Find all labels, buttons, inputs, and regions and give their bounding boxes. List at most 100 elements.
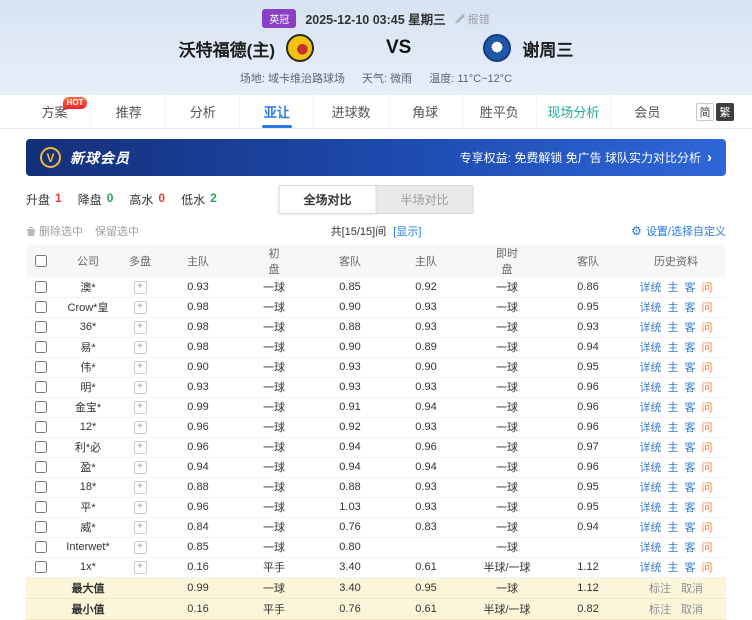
row-checkbox[interactable]	[35, 401, 47, 413]
keep-selected-button[interactable]: 保留选中	[95, 223, 139, 239]
history-link[interactable]: 主	[668, 402, 679, 414]
lang-traditional-button[interactable]: 繁	[716, 103, 734, 121]
tab-corners[interactable]: 角球	[388, 95, 462, 128]
history-link[interactable]: 主	[668, 482, 679, 494]
summary-action-link[interactable]: 取消	[681, 604, 703, 616]
expand-odds-button[interactable]: +	[134, 441, 147, 454]
history-link[interactable]: 详统	[640, 342, 662, 354]
row-checkbox[interactable]	[35, 541, 47, 553]
history-link[interactable]: 客	[685, 362, 696, 374]
row-checkbox[interactable]	[35, 481, 47, 493]
ask-link[interactable]: 问	[702, 442, 713, 454]
expand-odds-button[interactable]: +	[134, 301, 147, 314]
expand-odds-button[interactable]: +	[134, 561, 147, 574]
history-link[interactable]: 详统	[640, 442, 662, 454]
expand-odds-button[interactable]: +	[134, 381, 147, 394]
history-link[interactable]: 客	[685, 482, 696, 494]
history-link[interactable]: 详统	[640, 482, 662, 494]
ask-link[interactable]: 问	[702, 502, 713, 514]
ask-link[interactable]: 问	[702, 482, 713, 494]
ask-link[interactable]: 问	[702, 542, 713, 554]
tab-1x2[interactable]: 胜平负	[462, 95, 536, 128]
chip-water-high[interactable]: 高水 0	[129, 191, 165, 208]
row-checkbox[interactable]	[35, 521, 47, 533]
expand-odds-button[interactable]: +	[134, 421, 147, 434]
ask-link[interactable]: 问	[702, 302, 713, 314]
select-all-checkbox[interactable]	[35, 255, 47, 267]
expand-odds-button[interactable]: +	[134, 481, 147, 494]
delete-selected-button[interactable]: 删除选中	[26, 223, 83, 239]
row-checkbox[interactable]	[35, 561, 47, 573]
history-link[interactable]: 主	[668, 342, 679, 354]
expand-odds-button[interactable]: +	[134, 321, 147, 334]
summary-action-link[interactable]: 取消	[681, 583, 703, 595]
history-link[interactable]: 客	[685, 282, 696, 294]
tab-asian-handicap[interactable]: 亚让	[239, 95, 313, 128]
history-link[interactable]: 详统	[640, 282, 662, 294]
history-link[interactable]: 客	[685, 442, 696, 454]
expand-odds-button[interactable]: +	[134, 281, 147, 294]
history-link[interactable]: 客	[685, 422, 696, 434]
expand-odds-button[interactable]: +	[134, 541, 147, 554]
settings-button[interactable]: ⚙ 设置/选择自定义	[631, 223, 726, 239]
lang-simplified-button[interactable]: 简	[696, 103, 714, 121]
history-link[interactable]: 详统	[640, 542, 662, 554]
history-link[interactable]: 详统	[640, 562, 662, 574]
tab-goals[interactable]: 进球数	[313, 95, 387, 128]
history-link[interactable]: 详统	[640, 302, 662, 314]
history-link[interactable]: 客	[685, 342, 696, 354]
summary-action-link[interactable]: 标注	[649, 583, 671, 595]
history-link[interactable]: 客	[685, 302, 696, 314]
history-link[interactable]: 客	[685, 502, 696, 514]
ask-link[interactable]: 问	[702, 342, 713, 354]
tab-plan[interactable]: 方案 HOT	[18, 95, 91, 128]
ask-link[interactable]: 问	[702, 402, 713, 414]
row-checkbox[interactable]	[35, 341, 47, 353]
ask-link[interactable]: 问	[702, 382, 713, 394]
half-match-button[interactable]: 半场对比	[377, 185, 474, 214]
ask-link[interactable]: 问	[702, 282, 713, 294]
history-link[interactable]: 详统	[640, 382, 662, 394]
row-checkbox[interactable]	[35, 381, 47, 393]
history-link[interactable]: 主	[668, 522, 679, 534]
tab-member[interactable]: 会员	[610, 95, 684, 128]
chip-water-low[interactable]: 低水 2	[181, 191, 217, 208]
history-link[interactable]: 客	[685, 322, 696, 334]
chip-handicap-down[interactable]: 降盘 0	[78, 191, 114, 208]
tab-live-analysis[interactable]: 现场分析	[536, 95, 610, 128]
history-link[interactable]: 主	[668, 542, 679, 554]
row-checkbox[interactable]	[35, 501, 47, 513]
ask-link[interactable]: 问	[702, 462, 713, 474]
vip-banner[interactable]: V 新球会员 专享权益: 免费解锁 免广告 球队实力对比分析 ›	[26, 139, 726, 176]
history-link[interactable]: 主	[668, 462, 679, 474]
ask-link[interactable]: 问	[702, 362, 713, 374]
row-checkbox[interactable]	[35, 441, 47, 453]
expand-odds-button[interactable]: +	[134, 361, 147, 374]
report-error-link[interactable]: 报错	[455, 11, 490, 27]
expand-odds-button[interactable]: +	[134, 401, 147, 414]
ask-link[interactable]: 问	[702, 562, 713, 574]
row-checkbox[interactable]	[35, 301, 47, 313]
expand-odds-button[interactable]: +	[134, 341, 147, 354]
row-checkbox[interactable]	[35, 361, 47, 373]
row-checkbox[interactable]	[35, 321, 47, 333]
history-link[interactable]: 客	[685, 382, 696, 394]
history-link[interactable]: 主	[668, 502, 679, 514]
history-link[interactable]: 主	[668, 282, 679, 294]
league-badge[interactable]: 英冠	[262, 9, 296, 28]
history-link[interactable]: 主	[668, 362, 679, 374]
history-link[interactable]: 详统	[640, 402, 662, 414]
history-link[interactable]: 主	[668, 422, 679, 434]
chip-handicap-up[interactable]: 升盘 1	[26, 191, 62, 208]
tab-recommend[interactable]: 推荐	[91, 95, 165, 128]
history-link[interactable]: 详统	[640, 502, 662, 514]
tab-analysis[interactable]: 分析	[165, 95, 239, 128]
row-checkbox[interactable]	[35, 281, 47, 293]
show-link[interactable]: [显示]	[393, 226, 421, 238]
history-link[interactable]: 详统	[640, 422, 662, 434]
history-link[interactable]: 主	[668, 302, 679, 314]
history-link[interactable]: 客	[685, 542, 696, 554]
history-link[interactable]: 详统	[640, 322, 662, 334]
history-link[interactable]: 详统	[640, 362, 662, 374]
summary-action-link[interactable]: 标注	[649, 604, 671, 616]
